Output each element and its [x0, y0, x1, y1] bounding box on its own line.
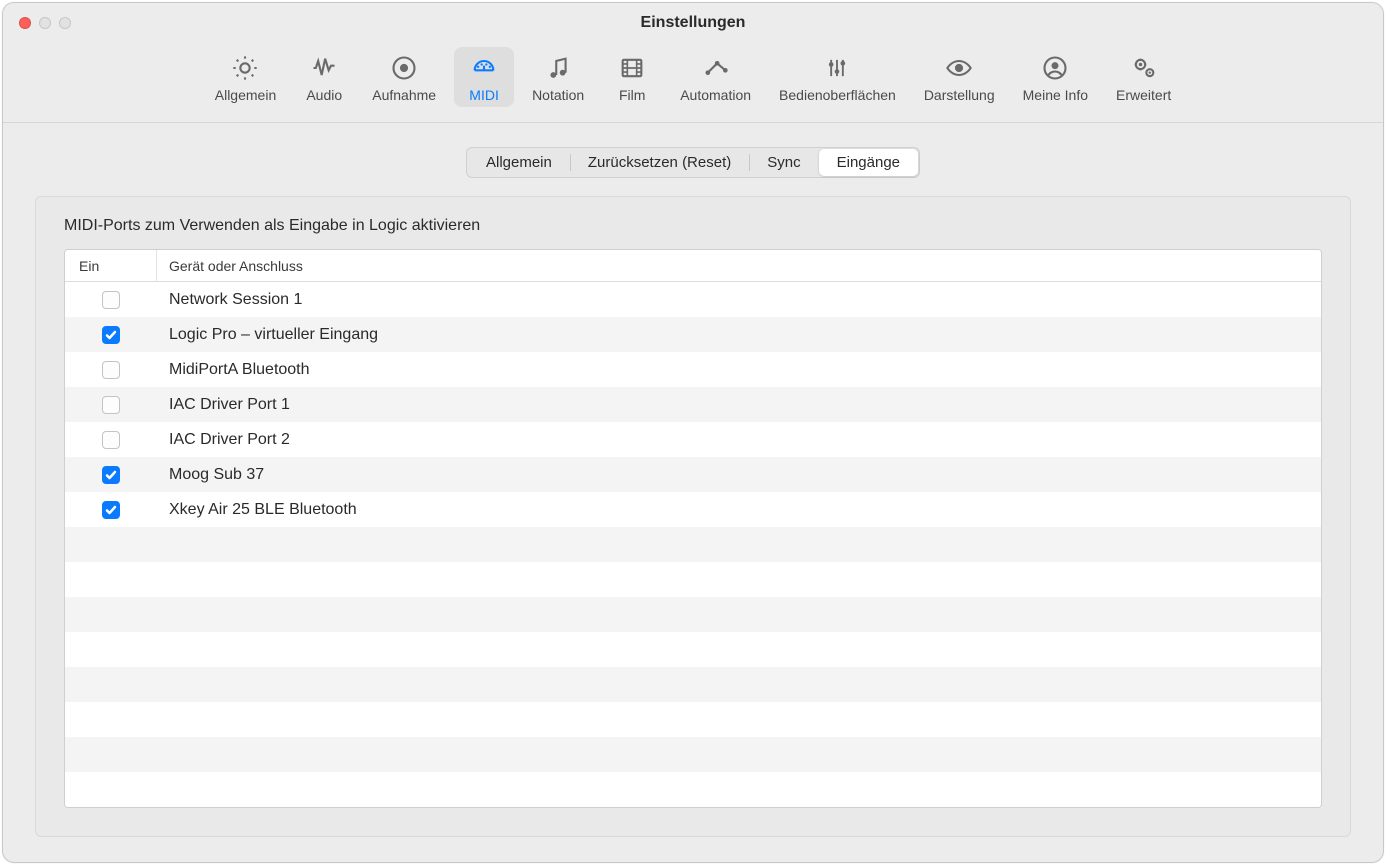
- toolbar-tab-label: MIDI: [469, 87, 499, 103]
- toolbar-tab-general[interactable]: Allgemein: [205, 47, 286, 107]
- subtab-inputs[interactable]: Eingänge: [819, 149, 918, 176]
- window-title: Einstellungen: [641, 14, 746, 32]
- table-row-empty: [65, 702, 1321, 737]
- table-row[interactable]: Xkey Air 25 BLE Bluetooth: [65, 492, 1321, 527]
- preferences-window: Einstellungen Allgemein Audio Aufnahme MIDI…: [2, 2, 1384, 863]
- toolbar-tab-label: Notation: [532, 87, 584, 103]
- column-header-enabled[interactable]: Ein: [65, 250, 157, 281]
- cell-device: MidiPortA Bluetooth: [157, 361, 1321, 379]
- film-icon: [617, 53, 647, 83]
- enable-checkbox[interactable]: [102, 291, 120, 309]
- toolbar-tab-notation[interactable]: Notation: [522, 47, 594, 107]
- general-icon: [230, 53, 260, 83]
- content: AllgemeinZurücksetzen (Reset)SyncEingäng…: [3, 123, 1383, 863]
- toolbar-tab-label: Automation: [680, 87, 751, 103]
- toolbar-tab-label: Bedienoberflächen: [779, 87, 896, 103]
- zoom-button[interactable]: [59, 17, 71, 29]
- cell-device: Logic Pro – virtueller Eingang: [157, 326, 1321, 344]
- cell-device: IAC Driver Port 2: [157, 431, 1321, 449]
- enable-checkbox[interactable]: [102, 431, 120, 449]
- toolbar-tab-label: Darstellung: [924, 87, 995, 103]
- enable-checkbox[interactable]: [102, 326, 120, 344]
- cell-device: Xkey Air 25 BLE Bluetooth: [157, 501, 1321, 519]
- cell-device: Moog Sub 37: [157, 466, 1321, 484]
- titlebar: Einstellungen: [3, 3, 1383, 43]
- midi-ports-table: Ein Gerät oder Anschluss Network Session…: [64, 249, 1322, 808]
- notation-icon: [543, 53, 573, 83]
- toolbar-tab-label: Erweitert: [1116, 87, 1171, 103]
- toolbar-tab-advanced[interactable]: Erweitert: [1106, 47, 1181, 107]
- cell-device: Network Session 1: [157, 291, 1321, 309]
- toolbar-tab-automation[interactable]: Automation: [670, 47, 761, 107]
- display-icon: [944, 53, 974, 83]
- enable-checkbox[interactable]: [102, 396, 120, 414]
- toolbar-tab-label: Audio: [306, 87, 342, 103]
- cell-enabled: [65, 431, 157, 449]
- cell-device: IAC Driver Port 1: [157, 396, 1321, 414]
- midi-inputs-panel: MIDI-Ports zum Verwenden als Eingabe in …: [35, 196, 1351, 837]
- cell-enabled: [65, 501, 157, 519]
- audio-icon: [309, 53, 339, 83]
- toolbar-tab-label: Meine Info: [1023, 87, 1088, 103]
- advanced-icon: [1129, 53, 1159, 83]
- subtab-segmented-control: AllgemeinZurücksetzen (Reset)SyncEingäng…: [466, 147, 920, 178]
- table-row-empty: [65, 632, 1321, 667]
- toolbar-tab-midi[interactable]: MIDI: [454, 47, 514, 107]
- close-button[interactable]: [19, 17, 31, 29]
- toolbar-tab-label: Aufnahme: [372, 87, 436, 103]
- cell-enabled: [65, 466, 157, 484]
- enable-checkbox[interactable]: [102, 466, 120, 484]
- recording-icon: [389, 53, 419, 83]
- table-row-empty: [65, 772, 1321, 807]
- table-body[interactable]: Network Session 1 Logic Pro – virtueller …: [65, 282, 1321, 807]
- subtab-sync[interactable]: Sync: [749, 149, 818, 176]
- subtab-general[interactable]: Allgemein: [468, 149, 570, 176]
- table-row-empty: [65, 527, 1321, 562]
- toolbar-tab-display[interactable]: Darstellung: [914, 47, 1005, 107]
- enable-checkbox[interactable]: [102, 361, 120, 379]
- midi-icon: [469, 53, 499, 83]
- panel-heading: MIDI-Ports zum Verwenden als Eingabe in …: [64, 217, 1322, 235]
- automation-icon: [701, 53, 731, 83]
- toolbar-tab-surfaces[interactable]: Bedienoberflächen: [769, 47, 906, 107]
- table-row[interactable]: Logic Pro – virtueller Eingang: [65, 317, 1321, 352]
- table-row[interactable]: MidiPortA Bluetooth: [65, 352, 1321, 387]
- toolbar-tab-recording[interactable]: Aufnahme: [362, 47, 446, 107]
- enable-checkbox[interactable]: [102, 501, 120, 519]
- subtab-reset[interactable]: Zurücksetzen (Reset): [570, 149, 749, 176]
- column-header-device[interactable]: Gerät oder Anschluss: [157, 250, 1321, 281]
- table-row[interactable]: IAC Driver Port 2: [65, 422, 1321, 457]
- table-row-empty: [65, 667, 1321, 702]
- toolbar-tab-film[interactable]: Film: [602, 47, 662, 107]
- table-row[interactable]: Moog Sub 37: [65, 457, 1321, 492]
- surfaces-icon: [822, 53, 852, 83]
- toolbar: Allgemein Audio Aufnahme MIDI Notation Film Au…: [3, 43, 1383, 123]
- minimize-button[interactable]: [39, 17, 51, 29]
- table-row-empty: [65, 737, 1321, 772]
- toolbar-tab-audio[interactable]: Audio: [294, 47, 354, 107]
- table-row-empty: [65, 562, 1321, 597]
- table-header: Ein Gerät oder Anschluss: [65, 250, 1321, 282]
- table-row[interactable]: IAC Driver Port 1: [65, 387, 1321, 422]
- cell-enabled: [65, 291, 157, 309]
- toolbar-tab-myinfo[interactable]: Meine Info: [1013, 47, 1098, 107]
- myinfo-icon: [1040, 53, 1070, 83]
- cell-enabled: [65, 361, 157, 379]
- toolbar-tab-label: Film: [619, 87, 645, 103]
- table-row-empty: [65, 597, 1321, 632]
- table-row[interactable]: Network Session 1: [65, 282, 1321, 317]
- cell-enabled: [65, 326, 157, 344]
- toolbar-tab-label: Allgemein: [215, 87, 276, 103]
- cell-enabled: [65, 396, 157, 414]
- traffic-lights: [19, 17, 71, 29]
